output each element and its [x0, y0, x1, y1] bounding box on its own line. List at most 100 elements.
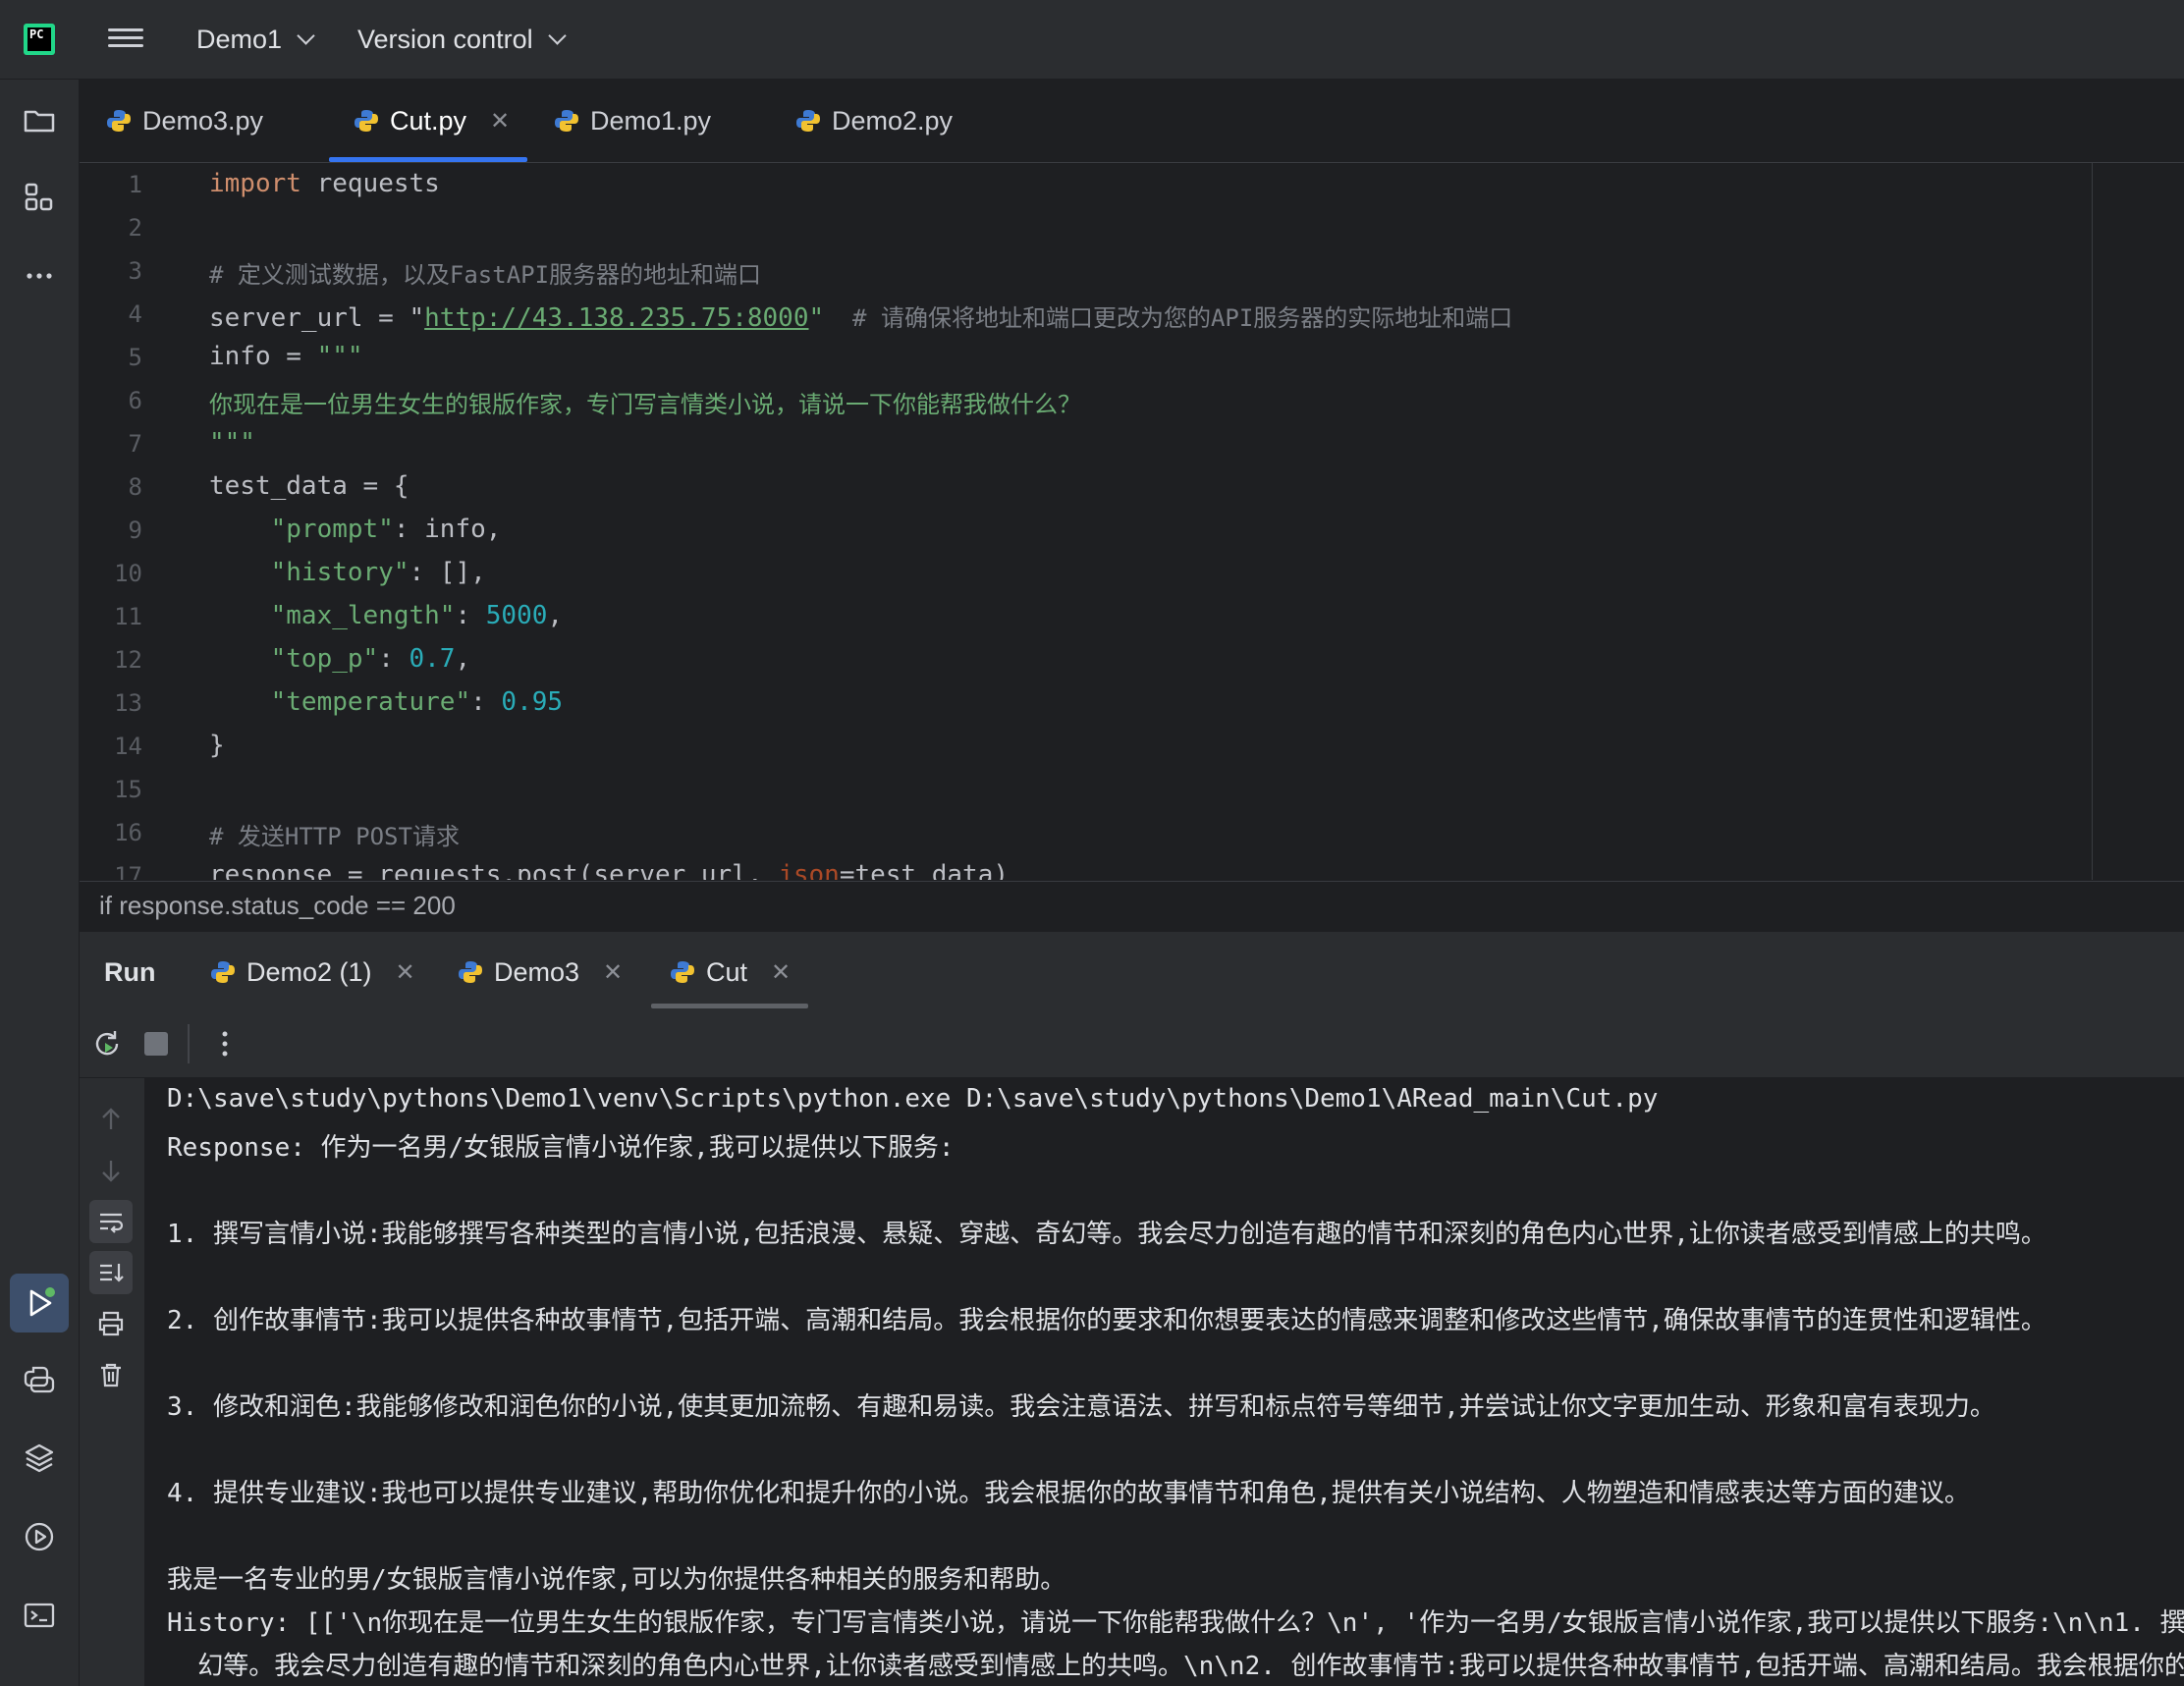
- code-line: "top_p": 0.7,: [209, 644, 471, 674]
- vcs-selector[interactable]: Version control: [357, 20, 567, 59]
- line-number: 16: [114, 819, 142, 846]
- code-line: import requests: [209, 169, 440, 198]
- console-line: 2. 创作故事情节:我可以提供各种故事情节,包括开端、高潮和结局。我会根据你的要…: [167, 1306, 2047, 1335]
- run-tab-label: Demo2 (1): [246, 956, 372, 987]
- code-comment: # 发送HTTP POST请求: [209, 823, 460, 850]
- rerun-icon[interactable]: [89, 1026, 125, 1061]
- code-string: 你现在是一位男生女生的银版作家，专门写言情类小说，请说一下你能帮我做什么？: [209, 391, 1081, 418]
- active-tab-indicator: [329, 157, 528, 162]
- pycharm-logo-icon[interactable]: PC: [24, 24, 55, 55]
- code-line: info = """: [209, 342, 363, 371]
- code-line: "temperature": 0.95: [209, 687, 564, 717]
- soft-wrap-icon[interactable]: [89, 1200, 133, 1243]
- code-line: response = requests.post(server_url, jso…: [209, 860, 1009, 880]
- python-console-icon[interactable]: [18, 1358, 61, 1401]
- run-tab-label: Demo3: [494, 956, 580, 987]
- python-file-icon: [555, 110, 578, 132]
- line-number: 12: [114, 646, 142, 674]
- run-toolbar: [80, 1012, 2184, 1078]
- code-line: "max_length": 5000,: [209, 601, 564, 630]
- server-url-link: http://43.138.235.75:8000: [424, 303, 809, 333]
- line-number: 15: [114, 776, 142, 803]
- console-side-toolbar: [80, 1078, 145, 1686]
- close-icon[interactable]: ✕: [603, 958, 623, 987]
- right-margin-guide: [2092, 163, 2093, 880]
- line-number: 7: [128, 430, 142, 458]
- code-line: server_url = "http://43.138.235.75:8000"…: [209, 303, 1513, 333]
- tab-cut[interactable]: Cut.py ✕: [329, 80, 528, 162]
- run-icon[interactable]: [10, 1274, 69, 1332]
- python-file-icon: [796, 110, 820, 132]
- active-run-tab-indicator: [651, 1004, 809, 1008]
- terminal-icon[interactable]: [18, 1594, 61, 1637]
- breadcrumb[interactable]: if response.status_code == 200: [80, 881, 2184, 930]
- console-line: 幻等。我会尽力创造有趣的情节和深刻的角色内心世界,让你读者感受到情感上的共鸣。\…: [167, 1652, 2184, 1681]
- title-bar: PC Demo1 Version control: [0, 0, 2184, 80]
- code-line: test_data = {: [209, 471, 410, 501]
- line-number: 4: [128, 300, 142, 328]
- arrow-up-icon[interactable]: [89, 1098, 133, 1141]
- chevron-down-icon: [547, 26, 567, 45]
- line-number: 10: [114, 560, 142, 587]
- close-icon[interactable]: ✕: [396, 958, 415, 987]
- more-options-icon[interactable]: [207, 1026, 243, 1061]
- console-line: 我是一名专业的男/女银版言情小说作家,可以为你提供各种相关的服务和帮助。: [167, 1565, 1066, 1595]
- python-file-icon: [107, 110, 131, 132]
- code-line: }: [209, 731, 225, 760]
- main-menu-icon[interactable]: [108, 24, 143, 55]
- scroll-to-end-icon[interactable]: [89, 1251, 133, 1294]
- tab-label: Demo2.py: [832, 105, 954, 136]
- console-output[interactable]: D:\save\study\pythons\Demo1\venv\Scripts…: [145, 1078, 2184, 1686]
- close-icon[interactable]: ✕: [771, 958, 791, 987]
- line-number: 9: [128, 517, 142, 544]
- python-run-icon: [211, 961, 235, 983]
- vcs-label: Version control: [357, 24, 533, 54]
- tab-demo2[interactable]: Demo2.py: [794, 80, 953, 162]
- tab-label: Demo3.py: [142, 105, 264, 136]
- tab-label: Cut.py: [390, 105, 467, 136]
- toolbar-divider: [188, 1024, 190, 1063]
- structure-icon[interactable]: [18, 176, 61, 219]
- project-selector[interactable]: Demo1: [196, 20, 315, 59]
- code-line: "prompt": info,: [209, 515, 502, 544]
- editor-tab-bar: Demo3.py Cut.py ✕ Demo1.py Demo2.py: [80, 80, 2184, 163]
- python-run-icon: [459, 961, 482, 983]
- layers-icon[interactable]: [18, 1437, 61, 1480]
- folder-icon[interactable]: [18, 99, 61, 142]
- close-icon[interactable]: ✕: [490, 107, 510, 136]
- run-title: Run: [104, 956, 156, 987]
- trash-icon[interactable]: [89, 1353, 133, 1396]
- left-toolbar: [0, 80, 80, 1686]
- run-tab-label: Cut: [706, 956, 748, 987]
- run-tool-window-header: Run Demo2 (1) ✕ Demo3 ✕ Cut ✕: [80, 931, 2184, 1012]
- line-number: 3: [128, 257, 142, 285]
- arrow-down-icon[interactable]: [89, 1149, 133, 1192]
- console-line: 1. 撰写言情小说:我能够撰写各种类型的言情小说,包括浪漫、悬疑、穿越、奇幻等。…: [167, 1220, 2047, 1249]
- code-line: "history": [],: [209, 558, 486, 587]
- line-number: 13: [114, 689, 142, 717]
- console-line: 3. 修改和润色:我能够修改和润色你的小说,使其更加流畅、有趣和易读。我会注意语…: [167, 1392, 1995, 1422]
- console-line: History: [['\n你现在是一位男生女生的银版作家，专门写言情类小说，请…: [167, 1608, 2184, 1638]
- chevron-down-icon: [297, 26, 315, 45]
- run-tab-demo3[interactable]: Demo3 ✕: [457, 932, 623, 1012]
- code-comment: # 定义测试数据，以及FastAPI服务器的地址和端口: [209, 261, 762, 289]
- console-line: 4. 提供专业建议:我也可以提供专业建议,帮助你优化和提升你的小说。我会根据你的…: [167, 1479, 1970, 1508]
- python-file-icon: [355, 110, 378, 132]
- run-tab-demo2[interactable]: Demo2 (1) ✕: [209, 932, 415, 1012]
- line-number: 11: [114, 603, 142, 630]
- logo-text: PC: [27, 27, 51, 51]
- services-icon[interactable]: [18, 1515, 61, 1558]
- line-number: 5: [128, 344, 142, 371]
- code-editor[interactable]: 1 2 3 4 5 6 7 8 9 10 11 12 13 14 15 16 1…: [80, 163, 2184, 880]
- line-number: 6: [128, 387, 142, 414]
- line-number: 14: [114, 733, 142, 760]
- tab-demo1[interactable]: Demo1.py: [553, 80, 711, 162]
- console-line: Response: 作为一名男/女银版言情小说作家,我可以提供以下服务:: [167, 1133, 955, 1163]
- stop-icon[interactable]: [144, 1032, 168, 1056]
- run-tab-cut[interactable]: Cut ✕: [651, 932, 809, 1012]
- tab-label: Demo1.py: [590, 105, 712, 136]
- line-number: 2: [128, 214, 142, 242]
- print-icon[interactable]: [89, 1302, 133, 1345]
- more-icon[interactable]: [18, 254, 61, 298]
- tab-demo3[interactable]: Demo3.py: [105, 80, 263, 162]
